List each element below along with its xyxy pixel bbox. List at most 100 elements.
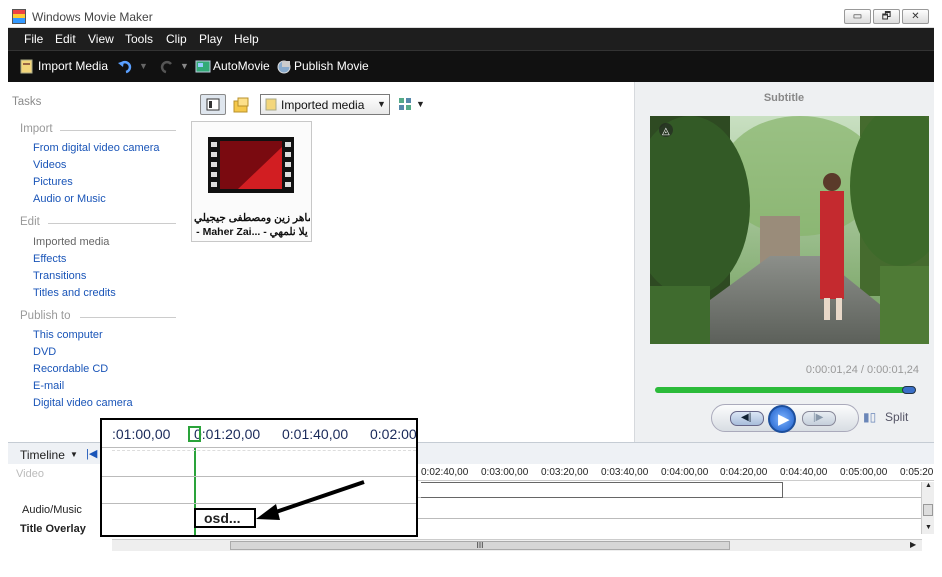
link-videos[interactable]: Videos xyxy=(33,159,66,171)
zoom-ruler: :01:00,00 0:01:20,00 0:01:40,00 0:02:00 xyxy=(102,420,417,448)
link-titles-and-credits[interactable]: Titles and credits xyxy=(33,287,116,299)
pointer-arrow-icon xyxy=(256,480,365,520)
link-imported-media[interactable]: Imported media xyxy=(33,236,109,248)
video-preview: ◬ xyxy=(650,116,929,344)
ruler-tick: 0:05:00,00 xyxy=(840,467,888,478)
scroll-down-icon[interactable]: ▼ xyxy=(925,524,932,531)
zoom-tick: 0:02:00 xyxy=(370,426,417,442)
panel-icon xyxy=(206,98,220,111)
collection-dropdown[interactable]: Imported media ▼ xyxy=(260,94,390,115)
menu-clip[interactable]: Clip xyxy=(166,32,187,46)
close-button[interactable]: ✕ xyxy=(902,9,929,24)
ruler-tick: 0:04:20,00 xyxy=(720,467,768,478)
zoom-tick: :01:00,00 xyxy=(112,426,171,442)
import-media-label: Import Media xyxy=(38,59,109,73)
vertical-scrollbar[interactable]: ▲ ▼ xyxy=(921,482,934,534)
film-thumbnail-icon xyxy=(208,137,294,193)
link-pictures[interactable]: Pictures xyxy=(33,176,73,188)
rewind-icon[interactable]: |◀ xyxy=(86,447,97,460)
scroll-thumb[interactable]: III xyxy=(230,541,730,550)
tasks-pane: Tasks Import From digital video camera V… xyxy=(8,82,188,442)
section-import-title: Import xyxy=(20,123,53,135)
menu-edit[interactable]: Edit xyxy=(55,32,76,46)
time-readout: 0:00:01,24 / 0:00:01,24 xyxy=(805,364,919,376)
link-transitions[interactable]: Transitions xyxy=(33,270,86,282)
scroll-thumb[interactable] xyxy=(923,504,933,516)
movie-maker-icon xyxy=(12,9,26,24)
link-audio-or-music[interactable]: Audio or Music xyxy=(33,193,106,205)
play-button[interactable]: ▶ xyxy=(768,405,796,433)
folder-up-icon[interactable] xyxy=(232,96,250,114)
view-options-icon[interactable] xyxy=(398,96,414,112)
seek-bar[interactable] xyxy=(655,386,916,394)
menu-tools[interactable]: Tools xyxy=(125,32,153,46)
timeline-dropdown-icon[interactable]: ▼ xyxy=(70,450,78,459)
scroll-right-icon[interactable]: ▶ xyxy=(910,540,916,549)
menu-view[interactable]: View xyxy=(88,32,114,46)
zoom-track-divider xyxy=(112,450,416,451)
link-recordable-cd[interactable]: Recordable CD xyxy=(33,363,108,375)
ruler-tick: 0:03:40,00 xyxy=(601,467,649,478)
zoom-track-divider xyxy=(102,476,416,477)
ruler-tick: 0:04:00,00 xyxy=(661,467,709,478)
import-icon xyxy=(20,59,33,74)
undo-dropdown-icon[interactable]: ▼ xyxy=(139,61,148,71)
track-label-title-overlay: Title Overlay xyxy=(20,523,86,535)
section-edit-title: Edit xyxy=(20,216,40,228)
zoom-callout: :01:00,00 0:01:20,00 0:01:40,00 0:02:00 … xyxy=(100,418,418,537)
automovie-icon xyxy=(195,60,211,73)
media-clip-tile[interactable]: ماهر زين ومصطفى جيجيلي - Maher Zai... - … xyxy=(191,121,312,242)
preview-pane: Subtitle ◬ 0:00:01,24 / 0:00:01,24 ◀| ▶ … xyxy=(634,82,934,442)
automovie-label: AutoMovie xyxy=(213,59,270,73)
link-this-computer[interactable]: This computer xyxy=(33,329,103,341)
previous-frame-button[interactable]: ◀| xyxy=(730,411,764,426)
zoom-tick: 0:01:40,00 xyxy=(282,426,349,442)
tasks-toggle-button[interactable] xyxy=(200,94,226,115)
timeline-label[interactable]: Timeline xyxy=(20,448,65,462)
collection-icon xyxy=(265,98,277,111)
link-dvd[interactable]: DVD xyxy=(33,346,56,358)
next-frame-icon: |▶ xyxy=(813,412,824,423)
collection-dropdown-value: Imported media xyxy=(281,98,365,112)
redo-dropdown-icon[interactable]: ▼ xyxy=(180,61,189,71)
horizontal-scrollbar[interactable]: III ▶ xyxy=(112,539,922,551)
track-label-audio-music: Audio/Music xyxy=(22,504,82,516)
minimize-button[interactable]: ▭ xyxy=(844,9,871,24)
clip-title-line1: ماهر زين ومصطفى جيجيلي xyxy=(194,212,310,224)
playback-controls: ◀| ▶ |▶ xyxy=(711,404,859,433)
view-dropdown-icon[interactable]: ▼ xyxy=(416,99,425,109)
title-overlay-clip[interactable]: osd... xyxy=(194,508,256,528)
menu-file[interactable]: File xyxy=(24,32,43,46)
link-from-digital-video-camera[interactable]: From digital video camera xyxy=(33,142,160,154)
redo-icon[interactable] xyxy=(158,59,174,74)
menu-bar: File Edit View Tools Clip Play Help xyxy=(8,28,934,50)
next-frame-button[interactable]: |▶ xyxy=(802,411,836,426)
menu-help[interactable]: Help xyxy=(234,32,259,46)
menu-play[interactable]: Play xyxy=(199,32,222,46)
undo-icon[interactable] xyxy=(118,59,134,74)
title-bar: Windows Movie Maker ▭ 🗗 ✕ xyxy=(8,6,934,28)
playhead-marker[interactable] xyxy=(188,426,201,442)
toolbar: Import Media ▼ ▼ AutoMovie Publish Movie xyxy=(8,50,934,82)
publish-icon xyxy=(277,60,291,74)
track-label-video: Video xyxy=(16,468,44,480)
link-e-mail[interactable]: E-mail xyxy=(33,380,64,392)
link-effects[interactable]: Effects xyxy=(33,253,66,265)
video-clip[interactable] xyxy=(421,482,783,498)
restore-button[interactable]: 🗗 xyxy=(873,9,900,24)
chevron-down-icon: ▼ xyxy=(377,99,386,109)
seek-thumb[interactable] xyxy=(902,386,916,394)
section-divider xyxy=(80,317,176,318)
scroll-up-icon[interactable]: ▲ xyxy=(925,482,932,489)
split-icon: ▮▯ xyxy=(863,410,877,424)
media-pane: Imported media ▼ ▼ ماهر زين ومصطفى جيجيل… xyxy=(188,82,634,442)
clip-title-line2: - Maher Zai... - يلا نلمهي xyxy=(196,226,308,238)
previous-frame-icon: ◀| xyxy=(741,412,752,423)
svg-text:◬: ◬ xyxy=(662,126,670,137)
ruler-tick: 0:05:20 xyxy=(900,467,934,478)
window-title: Windows Movie Maker xyxy=(32,10,153,24)
link-digital-video-camera[interactable]: Digital video camera xyxy=(33,397,133,409)
publish-movie-label: Publish Movie xyxy=(294,59,369,73)
section-publish-title: Publish to xyxy=(20,310,71,322)
zoom-tick: 0:01:20,00 xyxy=(194,426,261,442)
